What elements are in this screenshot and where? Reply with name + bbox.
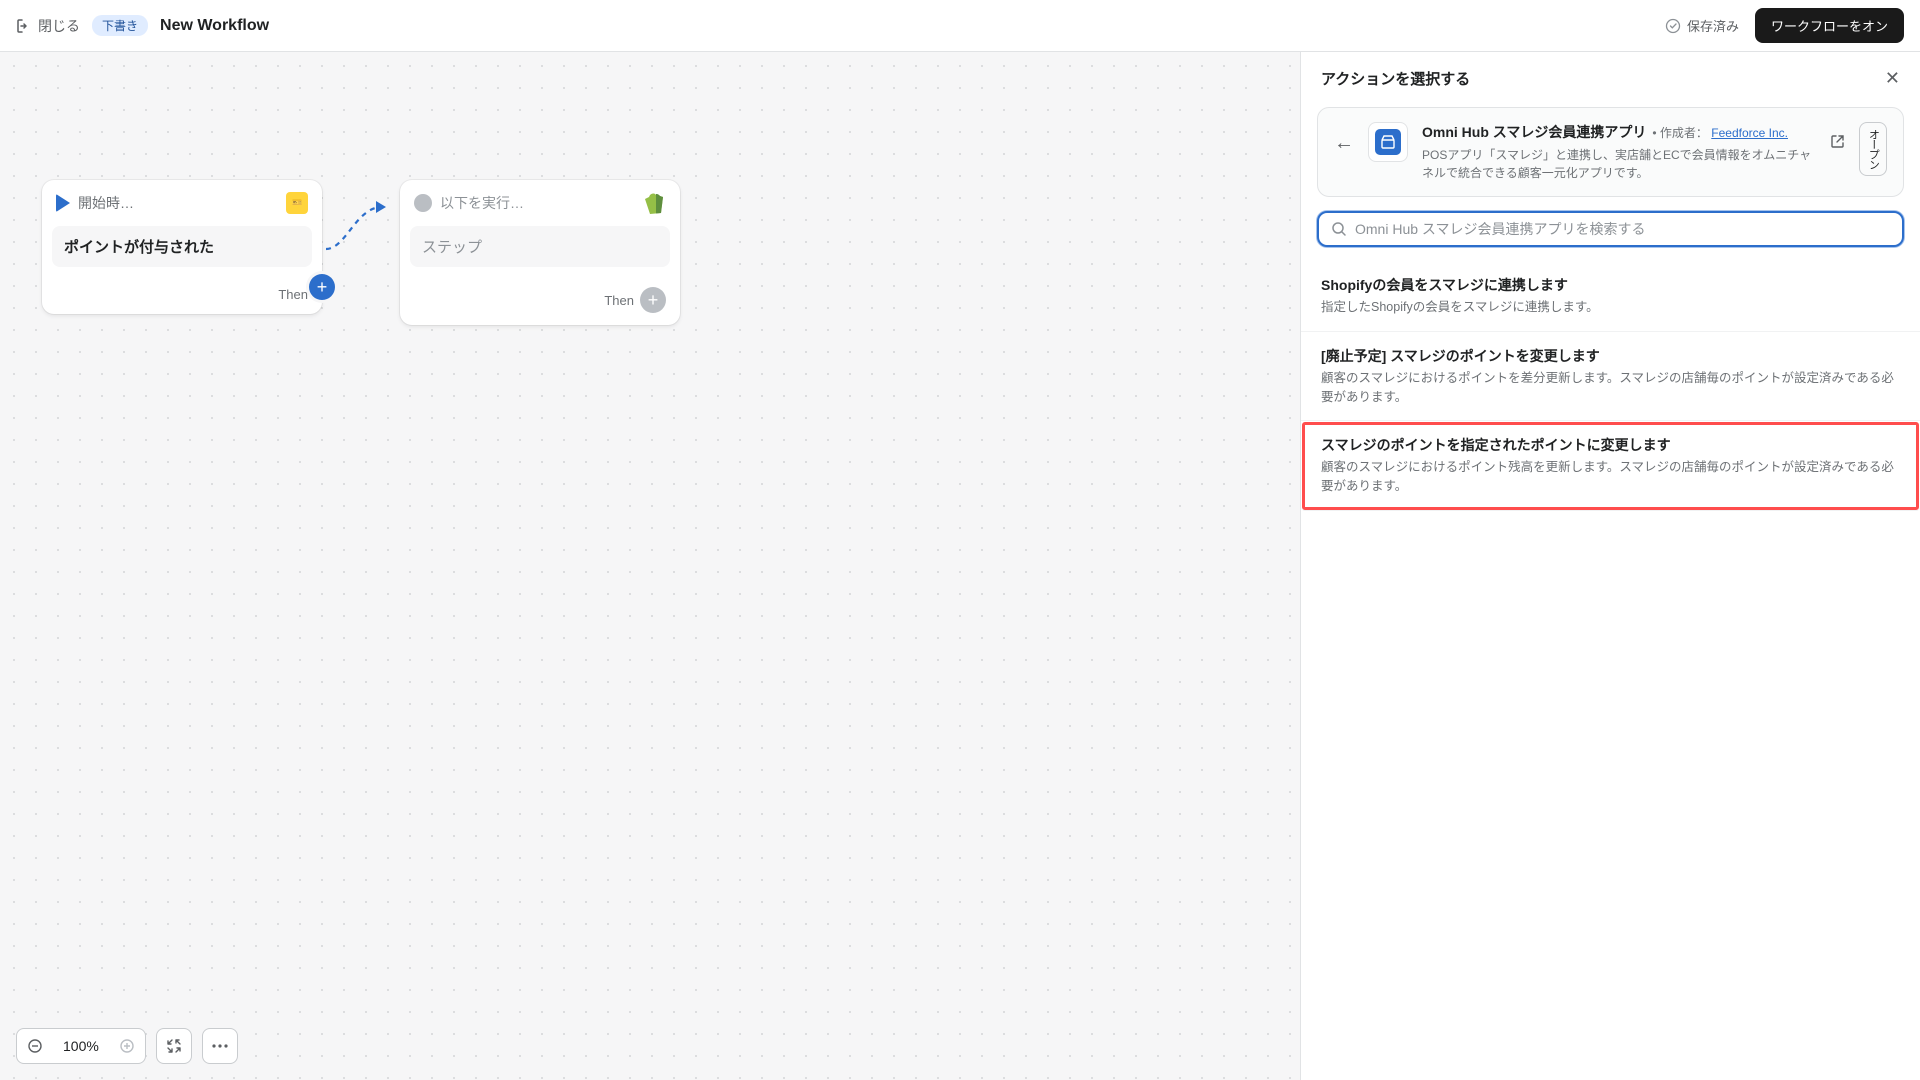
author-prefix: 作成者： [1660,126,1708,140]
search-icon [1331,221,1347,237]
zoom-out-button[interactable] [17,1029,53,1063]
saved-status: 保存済み [1665,16,1739,35]
action-title: [廃止予定] スマレジのポイントを変更します [1321,346,1900,366]
action-item[interactable]: [廃止予定] スマレジのポイントを変更します 顧客のスマレジにおけるポイントを差… [1301,332,1920,422]
connector-line [326,197,400,259]
then-label: Then [278,287,308,302]
workflow-canvas[interactable]: 開始時… 🎫 ポイントが付与された Then + 以下を実行… ステップ [0,52,1300,1080]
enable-workflow-button[interactable]: ワークフローをオン [1755,8,1904,43]
action-desc: 顧客のスマレジにおけるポイントを差分更新します。スマレジの店舗毎のポイントが設定… [1321,369,1900,407]
then-label: Then [604,293,634,308]
search-input[interactable] [1355,221,1890,237]
canvas-toolbar: 100% [16,1028,238,1064]
node-body: ステップ [410,226,670,267]
node-header-label: 開始時… [78,193,278,213]
close-label: 閉じる [38,16,80,36]
app-header: 閉じる 下書き New Workflow 保存済み ワークフローをオン [0,0,1920,52]
close-panel-button[interactable]: ✕ [1885,68,1900,89]
external-link-icon [1830,134,1845,149]
node-body: ポイントが付与された [52,226,312,267]
action-item[interactable]: スマレジのポイントを指定されたポイントに変更します 顧客のスマレジにおけるポイン… [1301,421,1920,511]
action-title: スマレジのポイントを指定されたポイントに変更します [1321,435,1900,455]
saved-label: 保存済み [1687,16,1739,35]
close-button[interactable]: 閉じる [16,16,80,36]
action-panel: アクションを選択する ✕ ← Omni Hub スマレジ会員連携アプリ • 作成… [1300,52,1920,1080]
dots-icon [212,1044,228,1048]
add-step-button[interactable]: + [640,287,666,313]
workflow-title: New Workflow [160,17,269,35]
open-app-button[interactable]: オープン [1859,122,1887,176]
minus-circle-icon [28,1039,42,1053]
app-description: POSアプリ「スマレジ」と連携し、実店舗とECで会員情報をオムニチャネルで統合で… [1422,146,1816,182]
zoom-in-button[interactable] [109,1029,145,1063]
action-desc: 顧客のスマレジにおけるポイント残高を更新します。スマレジの店舗毎のポイントが設定… [1321,458,1900,496]
store-icon [1380,134,1396,150]
draft-badge: 下書き [92,15,148,36]
action-desc: 指定したShopifyの会員をスマレジに連携します。 [1321,298,1900,317]
search-box[interactable] [1317,211,1904,247]
back-button[interactable]: ← [1334,122,1354,155]
add-step-button[interactable]: + [309,274,335,300]
more-options-button[interactable] [202,1028,238,1064]
action-item[interactable]: Shopifyの会員をスマレジに連携します 指定したShopifyの会員をスマレ… [1301,261,1920,332]
app-icon: 🎫 [286,192,308,214]
check-circle-icon [1665,18,1681,34]
exit-icon [16,18,32,34]
trigger-node[interactable]: 開始時… 🎫 ポイントが付与された Then + [42,180,322,314]
node-header-label: 以下を実行… [440,193,636,213]
shopify-icon [644,192,666,214]
play-icon [56,194,70,212]
step-dot-icon [414,194,432,212]
action-list: Shopifyの会員をスマレジに連携します 指定したShopifyの会員をスマレ… [1301,261,1920,1080]
compress-icon [166,1038,182,1054]
fit-view-button[interactable] [156,1028,192,1064]
app-icon [1368,122,1408,162]
action-node[interactable]: 以下を実行… ステップ Then + [400,180,680,325]
zoom-level: 100% [53,1038,109,1054]
app-name: Omni Hub スマレジ会員連携アプリ [1422,122,1646,142]
action-title: Shopifyの会員をスマレジに連携します [1321,275,1900,295]
plus-circle-icon [120,1039,134,1053]
author-link[interactable]: Feedforce Inc. [1711,126,1788,140]
panel-title: アクションを選択する [1321,68,1470,89]
external-link-button[interactable] [1830,122,1845,149]
app-card: ← Omni Hub スマレジ会員連携アプリ • 作成者： Feedforce … [1317,107,1904,197]
